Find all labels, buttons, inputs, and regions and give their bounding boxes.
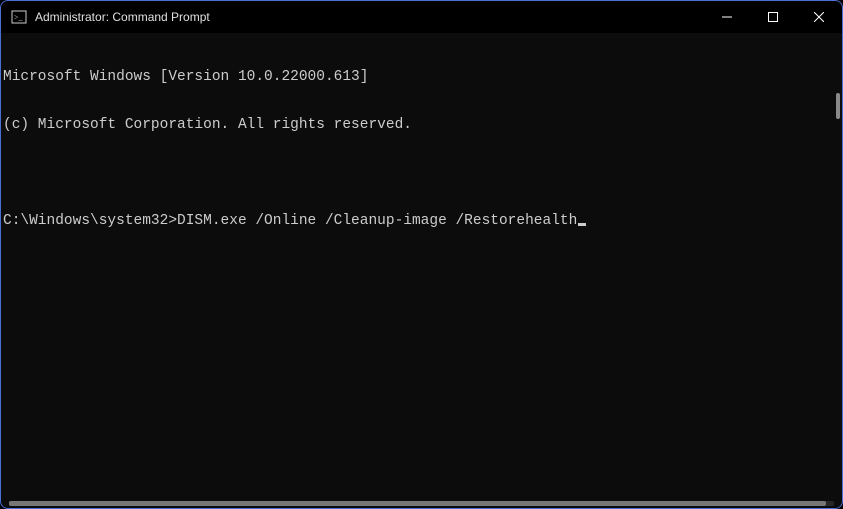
minimize-button[interactable] <box>704 1 750 33</box>
titlebar[interactable]: >_ Administrator: Command Prompt <box>1 1 842 33</box>
svg-text:>_: >_ <box>14 13 24 22</box>
command-input-text[interactable]: DISM.exe /Online /Cleanup-image /Restore… <box>177 213 577 229</box>
output-line: (c) Microsoft Corporation. All rights re… <box>3 117 840 133</box>
horizontal-scrollbar-thumb[interactable] <box>9 501 826 506</box>
maximize-button[interactable] <box>750 1 796 33</box>
vertical-scrollbar-thumb[interactable] <box>836 93 840 119</box>
output-line: Microsoft Windows [Version 10.0.22000.61… <box>3 69 840 85</box>
horizontal-scrollbar-track[interactable] <box>9 501 834 506</box>
text-cursor <box>578 223 586 226</box>
cmd-icon: >_ <box>11 9 27 25</box>
close-button[interactable] <box>796 1 842 33</box>
window-controls <box>704 1 842 33</box>
cmd-window: >_ Administrator: Command Prompt Microso… <box>0 0 843 509</box>
window-title: Administrator: Command Prompt <box>35 10 210 24</box>
terminal-output[interactable]: Microsoft Windows [Version 10.0.22000.61… <box>1 33 842 508</box>
prompt-text: C:\Windows\system32> <box>3 213 177 229</box>
output-blank-line <box>3 165 840 181</box>
prompt-line: C:\Windows\system32>DISM.exe /Online /Cl… <box>3 213 840 229</box>
